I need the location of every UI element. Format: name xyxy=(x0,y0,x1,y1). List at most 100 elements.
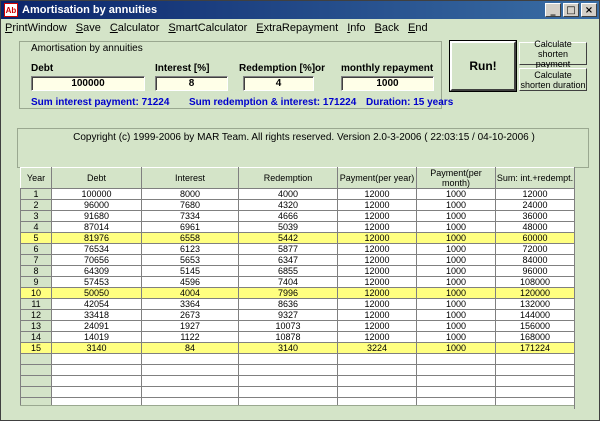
monthly-repayment-field[interactable]: 1000 xyxy=(341,76,434,91)
table-cell[interactable]: 10073 xyxy=(238,320,338,332)
calculate-shorten-payment-button[interactable]: Calculate shorten payment xyxy=(519,39,587,69)
table-cell[interactable]: 70656 xyxy=(51,254,142,266)
table-cell[interactable]: 2673 xyxy=(141,309,239,321)
table-cell[interactable]: 5442 xyxy=(238,232,338,244)
redemption-field[interactable]: 4 xyxy=(243,76,314,91)
empty-cell[interactable] xyxy=(238,364,338,376)
table-cell[interactable]: 6123 xyxy=(141,243,239,255)
table-cell[interactable]: 3224 xyxy=(337,342,417,354)
table-cell[interactable]: 24091 xyxy=(51,320,142,332)
table-cell[interactable]: 12000 xyxy=(337,298,417,310)
table-cell[interactable]: 48000 xyxy=(495,221,575,233)
table-cell[interactable]: 57453 xyxy=(51,276,142,288)
empty-cell[interactable] xyxy=(141,386,239,398)
menu-save[interactable]: Save xyxy=(76,22,101,34)
table-cell[interactable]: 1000 xyxy=(416,188,496,200)
empty-cell[interactable] xyxy=(416,386,496,398)
empty-cell[interactable] xyxy=(495,386,575,398)
empty-cell[interactable] xyxy=(141,364,239,376)
table-cell[interactable]: 1000 xyxy=(416,210,496,222)
interest-field[interactable]: 8 xyxy=(155,76,228,91)
table-cell[interactable]: 12000 xyxy=(337,331,417,343)
table-cell[interactable]: 12000 xyxy=(337,309,417,321)
header-interest[interactable]: Interest xyxy=(141,167,239,189)
empty-cell[interactable] xyxy=(238,353,338,365)
run-button[interactable]: Run! xyxy=(449,40,517,92)
row-header-cell[interactable]: 14 xyxy=(20,331,52,343)
table-cell[interactable]: 1000 xyxy=(416,287,496,299)
table-cell[interactable]: 12000 xyxy=(337,221,417,233)
table-cell[interactable]: 1000 xyxy=(416,254,496,266)
table-cell[interactable]: 12000 xyxy=(337,254,417,266)
table-cell[interactable]: 6855 xyxy=(238,265,338,277)
header-payment-year[interactable]: Payment(per year) xyxy=(337,167,417,189)
table-cell[interactable]: 1000 xyxy=(416,243,496,255)
table-cell[interactable]: 3140 xyxy=(51,342,142,354)
empty-table-row[interactable] xyxy=(20,375,575,387)
menu-back[interactable]: Back xyxy=(375,22,399,34)
table-cell[interactable]: 81976 xyxy=(51,232,142,244)
close-icon[interactable]: × xyxy=(581,3,597,17)
table-cell[interactable]: 72000 xyxy=(495,243,575,255)
table-cell[interactable]: 4320 xyxy=(238,199,338,211)
table-cell[interactable]: 1000 xyxy=(416,199,496,211)
empty-cell[interactable] xyxy=(20,375,52,387)
empty-cell[interactable] xyxy=(416,353,496,365)
table-row[interactable]: 13 24091 1927 10073 12000 1000 156000 xyxy=(20,320,575,332)
table-cell[interactable]: 100000 xyxy=(51,188,142,200)
table-cell[interactable]: 1000 xyxy=(416,232,496,244)
table-row[interactable]: 10 50050 4004 7996 12000 1000 120000 xyxy=(20,287,575,299)
table-row[interactable]: 5 81976 6558 5442 12000 1000 60000 xyxy=(20,232,575,244)
table-cell[interactable]: 4000 xyxy=(238,188,338,200)
table-cell[interactable]: 7680 xyxy=(141,199,239,211)
table-row[interactable]: 9 57453 4596 7404 12000 1000 108000 xyxy=(20,276,575,288)
app-icon[interactable]: Ab xyxy=(4,3,18,17)
table-cell[interactable]: 91680 xyxy=(51,210,142,222)
table-cell[interactable]: 84 xyxy=(141,342,239,354)
table-cell[interactable]: 5877 xyxy=(238,243,338,255)
table-cell[interactable]: 5145 xyxy=(141,265,239,277)
table-row[interactable]: 2 96000 7680 4320 12000 1000 24000 xyxy=(20,199,575,211)
horizontal-scrollbar[interactable] xyxy=(20,405,574,419)
empty-table-row[interactable] xyxy=(20,364,575,376)
table-cell[interactable]: 6347 xyxy=(238,254,338,266)
header-redemption[interactable]: Redemption xyxy=(238,167,338,189)
menu-calculator[interactable]: Calculator xyxy=(110,22,160,34)
table-cell[interactable]: 7334 xyxy=(141,210,239,222)
empty-cell[interactable] xyxy=(495,364,575,376)
row-header-cell[interactable]: 15 xyxy=(20,342,52,354)
empty-table-row[interactable] xyxy=(20,353,575,365)
empty-cell[interactable] xyxy=(337,353,417,365)
table-cell[interactable]: 1000 xyxy=(416,331,496,343)
table-cell[interactable]: 144000 xyxy=(495,309,575,321)
table-cell[interactable]: 84000 xyxy=(495,254,575,266)
table-cell[interactable]: 132000 xyxy=(495,298,575,310)
menu-extrarepayment[interactable]: ExtraRepayment xyxy=(256,22,338,34)
empty-cell[interactable] xyxy=(416,375,496,387)
table-cell[interactable]: 156000 xyxy=(495,320,575,332)
header-payment-month[interactable]: Payment(per month) xyxy=(416,167,496,189)
table-cell[interactable]: 12000 xyxy=(337,199,417,211)
calculate-shorten-duration-button[interactable]: Calculate shorten duration xyxy=(519,68,587,91)
row-header-cell[interactable]: 9 xyxy=(20,276,52,288)
row-header-cell[interactable]: 8 xyxy=(20,265,52,277)
table-cell[interactable]: 171224 xyxy=(495,342,575,354)
table-cell[interactable]: 14019 xyxy=(51,331,142,343)
row-header-cell[interactable]: 10 xyxy=(20,287,52,299)
table-cell[interactable]: 96000 xyxy=(495,265,575,277)
empty-cell[interactable] xyxy=(141,375,239,387)
empty-cell[interactable] xyxy=(20,386,52,398)
table-cell[interactable]: 12000 xyxy=(337,232,417,244)
row-header-cell[interactable]: 3 xyxy=(20,210,52,222)
table-cell[interactable]: 36000 xyxy=(495,210,575,222)
table-cell[interactable]: 24000 xyxy=(495,199,575,211)
table-row[interactable]: 14 14019 1122 10878 12000 1000 168000 xyxy=(20,331,575,343)
row-header-cell[interactable]: 7 xyxy=(20,254,52,266)
table-cell[interactable]: 7404 xyxy=(238,276,338,288)
table-cell[interactable]: 1122 xyxy=(141,331,239,343)
row-header-cell[interactable]: 12 xyxy=(20,309,52,321)
table-cell[interactable]: 1000 xyxy=(416,320,496,332)
table-cell[interactable]: 5039 xyxy=(238,221,338,233)
empty-cell[interactable] xyxy=(337,375,417,387)
empty-cell[interactable] xyxy=(495,353,575,365)
